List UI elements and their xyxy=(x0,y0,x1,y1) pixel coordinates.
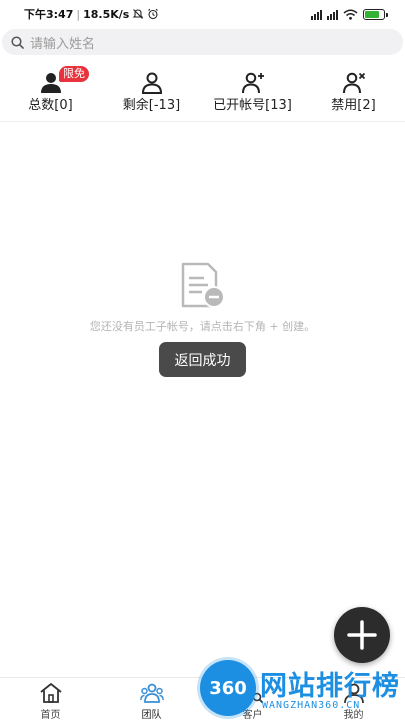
watermark-title: 网站排行榜 xyxy=(260,671,400,702)
stat-total[interactable]: 限免 总数[0] xyxy=(0,62,101,120)
stat-disabled-label: 禁用[2] xyxy=(331,98,376,113)
signal-icon-2 xyxy=(327,9,338,20)
empty-state-message: 您还没有员工子帐号，请点击右下角 + 创建。 xyxy=(89,320,316,333)
tab-team-label: 团队 xyxy=(141,710,162,720)
toast: 返回成功 xyxy=(159,342,246,377)
wifi-icon xyxy=(343,9,358,20)
watermark-subtitle: WANGZHAN360.CN xyxy=(262,700,361,711)
person-add-icon xyxy=(241,72,264,94)
stat-total-label: 总数[0] xyxy=(28,98,73,113)
person-outline-icon xyxy=(141,72,162,94)
plus-icon xyxy=(347,620,377,650)
status-separator: | xyxy=(76,7,81,21)
person-disabled-icon xyxy=(342,72,365,94)
add-employee-button[interactable] xyxy=(334,607,390,663)
team-icon xyxy=(139,683,164,703)
mute-icon xyxy=(133,9,144,19)
watermark-logo: 360 xyxy=(200,660,256,716)
tab-home-label: 首页 xyxy=(40,710,61,720)
account-stats-row: 限免 总数[0] 剩余[-13] 已开帐号[13] 禁用[2] xyxy=(0,62,405,122)
stat-opened-label: 已开帐号[13] xyxy=(213,98,292,113)
watermark: 360 网站排行榜 WANGZHAN360.CN xyxy=(196,656,405,720)
team-screen: 下午3:47 | 18.5K/s 请输入姓名 限免 总数[0] 剩余[-13] … xyxy=(0,0,405,720)
search-input[interactable]: 请输入姓名 xyxy=(30,33,95,52)
network-speed: 18.5K/s xyxy=(83,7,130,21)
status-bar: 下午3:47 | 18.5K/s xyxy=(0,0,405,28)
free-badge: 限免 xyxy=(59,66,89,82)
tab-team[interactable]: 团队 xyxy=(101,678,202,720)
search-bar[interactable]: 请输入姓名 xyxy=(2,29,403,55)
stat-remaining-label: 剩余[-13] xyxy=(122,98,181,113)
status-right xyxy=(311,8,388,20)
document-minus-icon xyxy=(181,262,225,308)
battery-icon xyxy=(363,8,388,20)
home-icon xyxy=(39,683,62,703)
signal-icon xyxy=(311,9,322,20)
status-left: 下午3:47 | 18.5K/s xyxy=(24,6,159,22)
stat-opened[interactable]: 已开帐号[13] xyxy=(202,62,303,120)
alarm-icon xyxy=(148,8,159,20)
search-icon xyxy=(11,35,24,49)
stat-remaining[interactable]: 剩余[-13] xyxy=(101,62,202,120)
status-time: 下午3:47 xyxy=(24,8,74,21)
stat-disabled[interactable]: 禁用[2] xyxy=(303,62,404,120)
tab-home[interactable]: 首页 xyxy=(0,678,101,720)
